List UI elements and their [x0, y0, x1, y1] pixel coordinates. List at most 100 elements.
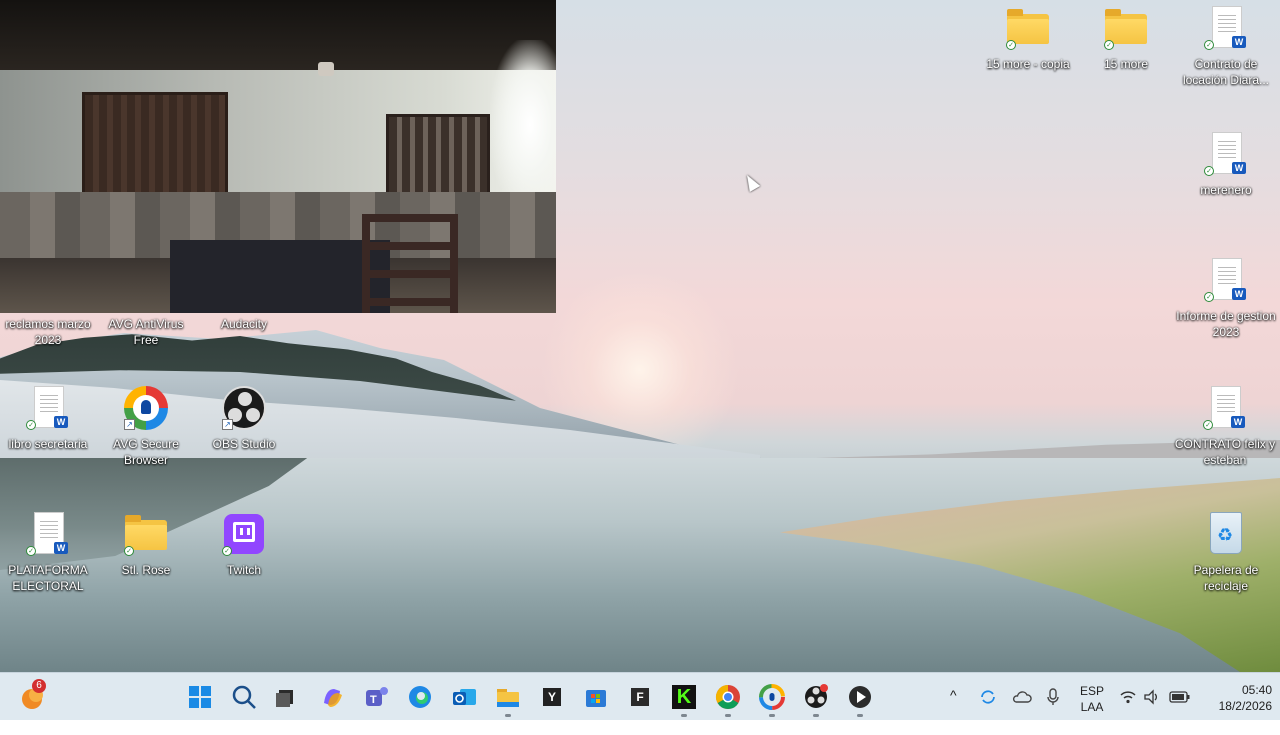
- avg-secure-browser-icon: ↗: [124, 386, 168, 430]
- twitch-icon: ✓: [222, 512, 266, 556]
- obs-button[interactable]: [800, 681, 832, 717]
- icon-label: OBS Studio: [212, 437, 276, 451]
- avg-browser-button[interactable]: [756, 681, 788, 717]
- clock-time: 05:40: [1241, 683, 1272, 697]
- kick-button[interactable]: K: [668, 681, 700, 717]
- desktop-icon-stl-rose[interactable]: ✓ Stl. Rose: [98, 512, 194, 578]
- running-indicator: [681, 714, 687, 717]
- widgets-button[interactable]: 6: [18, 679, 50, 713]
- obs-studio-icon: [805, 684, 828, 708]
- sync-status-icon: ✓: [1104, 40, 1114, 50]
- outlook-icon: [453, 689, 476, 705]
- icon-label: Informe de gestion 2023: [1176, 309, 1276, 339]
- running-indicator: [505, 714, 511, 717]
- volume-icon[interactable]: [1143, 689, 1161, 705]
- copilot-button[interactable]: [316, 681, 348, 713]
- task-view-icon: [276, 690, 293, 707]
- edge-icon: [409, 686, 431, 708]
- microsoft-store-button[interactable]: [580, 681, 612, 713]
- sync-status-icon: ✓: [26, 546, 36, 556]
- shortcut-arrow-icon: ↗: [222, 419, 233, 430]
- icon-label: AVG AntiVirus Free: [108, 317, 184, 347]
- outlook-button[interactable]: [448, 681, 480, 713]
- desktop-icon-audacity[interactable]: Audacity: [196, 310, 292, 332]
- teams-button[interactable]: T: [360, 681, 392, 713]
- webcam-light: [490, 40, 556, 210]
- shortcut-arrow-icon: ↗: [124, 419, 135, 430]
- f-app-button[interactable]: F: [624, 681, 656, 713]
- media-player-button[interactable]: [844, 681, 876, 717]
- store-icon: [586, 690, 606, 707]
- webcam-chair: [362, 214, 458, 313]
- word-badge: W: [54, 542, 68, 554]
- word-badge: W: [1232, 36, 1246, 48]
- word-doc-icon: W ✓: [1203, 386, 1247, 430]
- desktop-icon-obs-studio[interactable]: ↗ OBS Studio: [196, 386, 292, 452]
- y-app-icon: Y: [543, 688, 561, 706]
- clock[interactable]: 05:40 18/2/2026: [1196, 682, 1272, 730]
- word-doc-icon: W ✓: [1204, 132, 1248, 176]
- microphone-icon[interactable]: [1045, 687, 1061, 707]
- y-app-button[interactable]: Y: [536, 681, 568, 713]
- word-badge: W: [1231, 416, 1245, 428]
- desktop-icon-twitch[interactable]: ✓ Twitch: [196, 512, 292, 578]
- start-button[interactable]: [184, 681, 216, 713]
- webcam-window-right: [386, 114, 490, 198]
- word-badge: W: [1232, 162, 1246, 174]
- desktop-icon-informe-gestion[interactable]: W ✓ Informe de gestion 2023: [1176, 258, 1276, 340]
- language-code: ESP: [1079, 684, 1104, 698]
- icon-label: reclamos marzo 2023: [5, 317, 91, 347]
- kick-icon: K: [672, 685, 696, 709]
- desktop-icon-libro-secretaria[interactable]: W ✓ libro secretaria: [0, 386, 96, 452]
- icon-label: merenero: [1200, 183, 1252, 197]
- desktop-icon-15-more-copia[interactable]: ✓ 15 more - copia: [980, 6, 1076, 72]
- search-button[interactable]: [228, 681, 260, 713]
- edge-button[interactable]: [404, 681, 436, 713]
- sync-status-icon: ✓: [1203, 420, 1213, 430]
- copilot-icon: [324, 689, 342, 707]
- desktop-icon-merenero[interactable]: W ✓ merenero: [1176, 132, 1276, 198]
- icon-label: AVG Secure Browser: [113, 437, 179, 467]
- onedrive-cloud-icon[interactable]: [1011, 689, 1033, 705]
- avg-secure-browser-icon: [759, 684, 785, 710]
- svg-text:T: T: [370, 694, 377, 706]
- desktop-icon-contrato-locacion[interactable]: W ✓ Contrato de locación Diara...: [1176, 6, 1276, 88]
- icon-label: Stl. Rose: [121, 563, 171, 577]
- running-indicator: [769, 714, 775, 717]
- running-indicator: [857, 714, 863, 717]
- desktop-icon-15-more[interactable]: ✓ 15 more: [1078, 6, 1174, 72]
- webcam-roof: [0, 0, 556, 70]
- desktop-icon-recycle-bin[interactable]: ♻ Papelera de reciclaje: [1176, 512, 1276, 594]
- desktop-icon-plataforma-electoral[interactable]: W ✓ PLATAFORMA ELECTORAL: [0, 512, 96, 594]
- task-view-button[interactable]: [270, 681, 302, 713]
- sync-status-icon: ✓: [222, 546, 232, 556]
- sync-icon[interactable]: [978, 688, 998, 706]
- desktop-icon-avg-antivirus[interactable]: AVG AntiVirus Free: [98, 310, 194, 348]
- webcam-preview-window[interactable]: [0, 0, 556, 313]
- folder-icon: [497, 689, 519, 707]
- running-indicator: [813, 714, 819, 717]
- icon-label: Audacity: [220, 317, 268, 331]
- desktop-icon-avg-secure-browser[interactable]: ↗ AVG Secure Browser: [98, 386, 194, 468]
- sync-status-icon: ✓: [1204, 292, 1214, 302]
- sync-status-icon: ✓: [1204, 166, 1214, 176]
- battery-icon[interactable]: [1169, 690, 1191, 704]
- webcam-table: [170, 240, 390, 313]
- sync-status-icon: ✓: [1204, 40, 1214, 50]
- desktop-icon-reclamos[interactable]: reclamos marzo 2023: [0, 310, 96, 348]
- desktop-icon-contrato-felix[interactable]: W ✓ CONTRATO felix y esteban: [1172, 386, 1278, 468]
- chrome-button[interactable]: [712, 681, 744, 717]
- word-badge: W: [1232, 288, 1246, 300]
- folder-icon: ✓: [124, 512, 168, 556]
- sync-status-icon: ✓: [124, 546, 134, 556]
- folder-icon: ✓: [1104, 6, 1148, 50]
- icon-label: 15 more - copia: [986, 57, 1070, 71]
- icon-label: Contrato de locación Diara...: [1182, 57, 1270, 87]
- wifi-icon[interactable]: [1119, 689, 1137, 705]
- obs-studio-icon: ↗: [222, 386, 266, 430]
- play-icon: [849, 686, 871, 708]
- language-indicator[interactable]: ESP LAA: [1078, 683, 1106, 731]
- show-hidden-icons-chevron-icon[interactable]: ^: [950, 687, 957, 735]
- notification-badge: 6: [32, 679, 46, 693]
- file-explorer-button[interactable]: [492, 681, 524, 717]
